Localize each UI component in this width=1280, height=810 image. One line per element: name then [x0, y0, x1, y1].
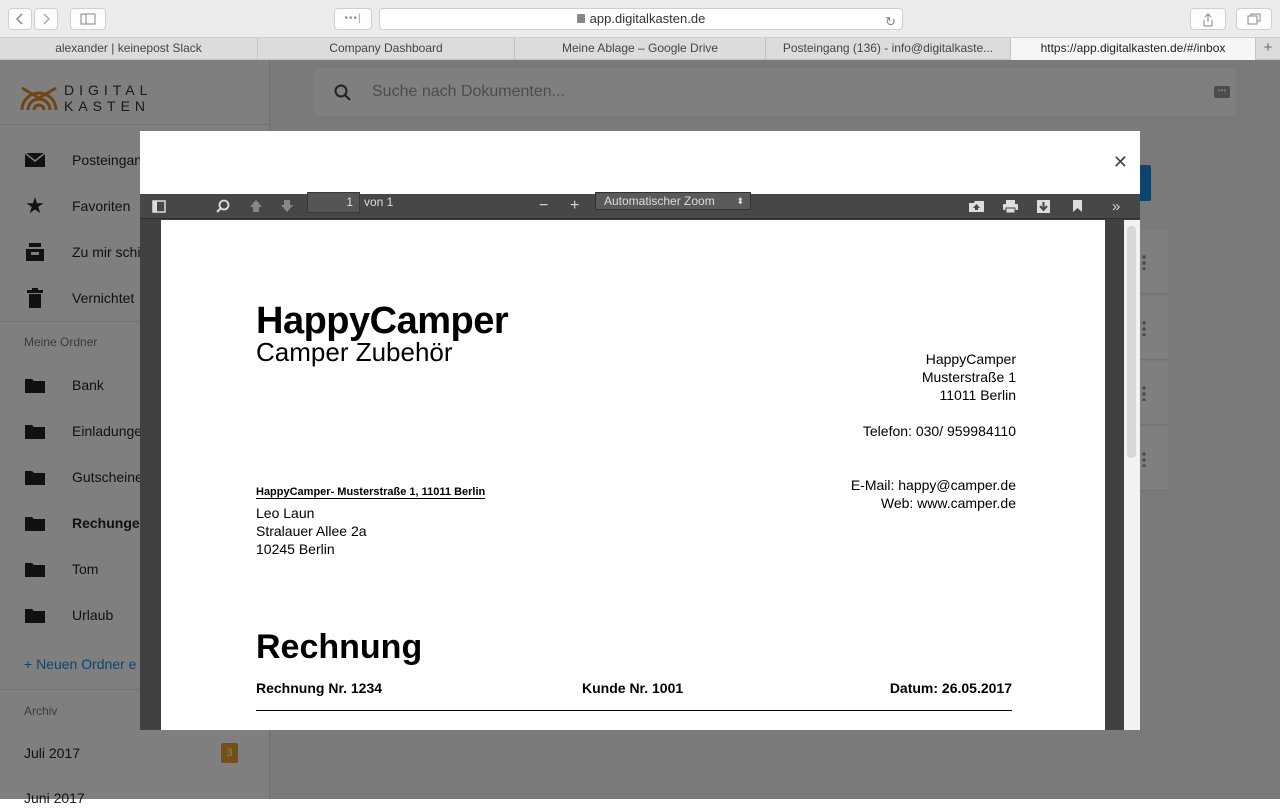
sender-web: Web: www.camper.de — [880, 495, 1016, 511]
invoice-date: Datum: 26.05.2017 — [889, 680, 1012, 696]
chevron-updown-icon: ⬍ — [736, 196, 744, 206]
reader-icon[interactable]: •••| — [334, 8, 372, 30]
company-tagline: Camper Zubehör — [256, 337, 453, 367]
search-icon[interactable] — [216, 197, 230, 215]
tab-bar: alexander | keinepost Slack Company Dash… — [0, 38, 1280, 60]
tab-dashboard[interactable]: Company Dashboard — [258, 38, 515, 60]
sender-email: E-Mail: happy@camper.de — [850, 477, 1016, 493]
document-modal: ✕ 1 von 1 − + Automatischer Zoom ⬍ » Happ… — [140, 131, 1140, 730]
forward-button[interactable] — [34, 8, 58, 30]
document-heading: Rechnung — [256, 628, 423, 666]
back-button[interactable] — [8, 8, 32, 30]
browser-toolbar: •••| app.digitalkasten.de ↻ — [0, 0, 1280, 38]
page-count: von 1 — [364, 195, 394, 209]
print-icon[interactable] — [1002, 197, 1019, 215]
bookmark-icon[interactable] — [1072, 197, 1083, 215]
recipient-line: Leo Laun — [256, 505, 315, 521]
sender-phone: Telefon: 030/ 959984110 — [862, 423, 1016, 439]
close-icon[interactable]: ✕ — [1113, 153, 1128, 171]
url-text: app.digitalkasten.de — [589, 11, 706, 26]
address-bar[interactable]: app.digitalkasten.de ↻ — [379, 8, 903, 30]
download-icon[interactable] — [1036, 197, 1051, 215]
share-button[interactable] — [1190, 8, 1226, 30]
sender-address: HappyCamper Musterstraße 1 11011 Berlin … — [851, 350, 1016, 512]
next-page-icon[interactable] — [280, 197, 294, 215]
sender-address-line: 11011 Berlin — [939, 387, 1016, 403]
zoom-in-icon[interactable]: + — [570, 197, 579, 215]
recipient-address: Leo Laun Stralauer Allee 2a 10245 Berlin — [256, 504, 367, 558]
sender-return-line: HappyCamper- Musterstraße 1, 11011 Berli… — [256, 486, 486, 499]
chevron-left-icon — [16, 13, 23, 25]
customer-number: Kunde Nr. 1001 — [582, 680, 684, 696]
tab-mail[interactable]: Posteingang (136) - info@digitalkaste... — [766, 38, 1011, 60]
pdf-viewer: 1 von 1 − + Automatischer Zoom ⬍ » HappyC… — [140, 192, 1140, 730]
new-tab-button[interactable]: + — [1256, 38, 1280, 59]
pdf-toolbar: 1 von 1 − + Automatischer Zoom ⬍ » — [140, 192, 1140, 219]
sender-address-line: Musterstraße 1 — [921, 369, 1016, 385]
recipient-line: Stralauer Allee 2a — [256, 523, 367, 539]
scrollbar[interactable] — [1127, 226, 1136, 458]
tab-slack[interactable]: alexander | keinepost Slack — [0, 38, 258, 60]
share-icon — [1203, 13, 1213, 27]
lock-icon — [576, 14, 585, 23]
open-file-icon[interactable] — [968, 197, 985, 215]
tabs-icon — [1247, 13, 1261, 25]
zoom-value: Automatischer Zoom — [604, 194, 715, 208]
zoom-out-icon[interactable]: − — [539, 197, 548, 215]
previous-page-icon[interactable] — [249, 197, 263, 215]
sender-address-line: HappyCamper — [925, 351, 1016, 367]
sidebar-icon — [80, 13, 96, 25]
tabs-overview-button[interactable] — [1236, 8, 1272, 30]
tools-chevron-icon[interactable]: » — [1112, 197, 1120, 215]
tab-inbox[interactable]: https://app.digitalkasten.de/#/inbox — [1011, 38, 1256, 60]
sidebar-toggle-icon[interactable] — [152, 197, 166, 215]
chevron-right-icon — [43, 13, 50, 25]
invoice-number: Rechnung Nr. 1234 — [256, 680, 383, 696]
reload-icon[interactable]: ↻ — [885, 12, 896, 32]
tab-google-drive[interactable]: Meine Ablage – Google Drive — [515, 38, 766, 60]
page-number-input[interactable]: 1 — [307, 192, 360, 213]
zoom-select[interactable]: Automatischer Zoom ⬍ — [595, 192, 751, 210]
pdf-page: HappyCamper Camper Zubehör HappyCamper M… — [161, 220, 1105, 730]
sidebar-toggle-button[interactable] — [70, 8, 106, 30]
recipient-line: 10245 Berlin — [256, 541, 335, 557]
divider-line — [256, 710, 1012, 711]
